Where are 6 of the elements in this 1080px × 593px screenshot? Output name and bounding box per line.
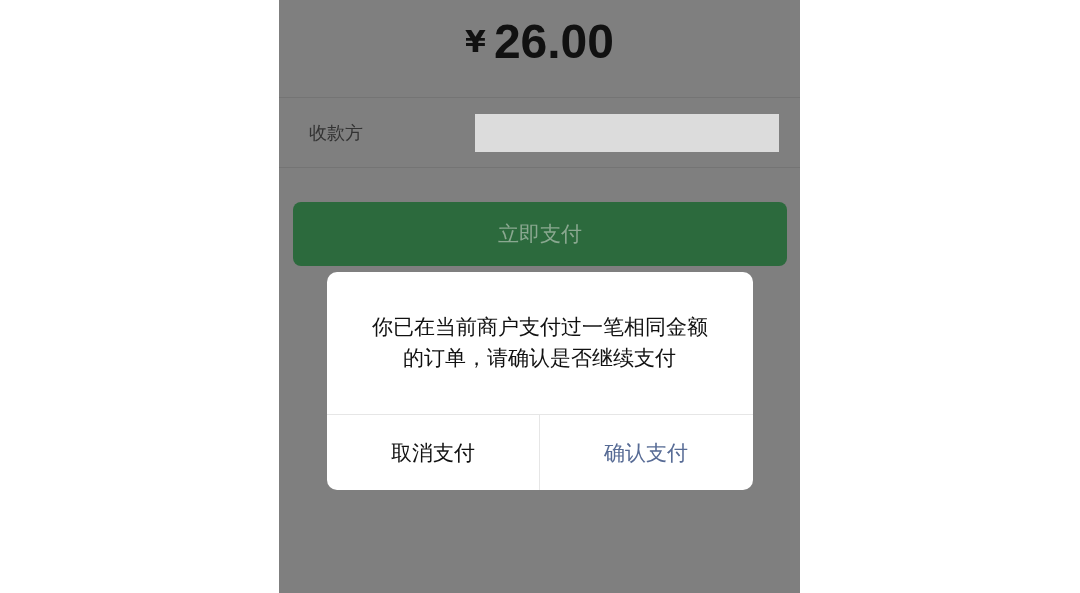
dialog-message: 你已在当前商户支付过一笔相同金额的订单，请确认是否继续支付 bbox=[370, 313, 709, 372]
confirm-button[interactable]: 确认支付 bbox=[539, 415, 753, 490]
payee-label: 收款方 bbox=[309, 120, 364, 145]
cancel-button[interactable]: 取消支付 bbox=[326, 415, 539, 490]
amount-value: 26.00 bbox=[493, 14, 614, 69]
currency-symbol: ¥ bbox=[465, 24, 486, 59]
